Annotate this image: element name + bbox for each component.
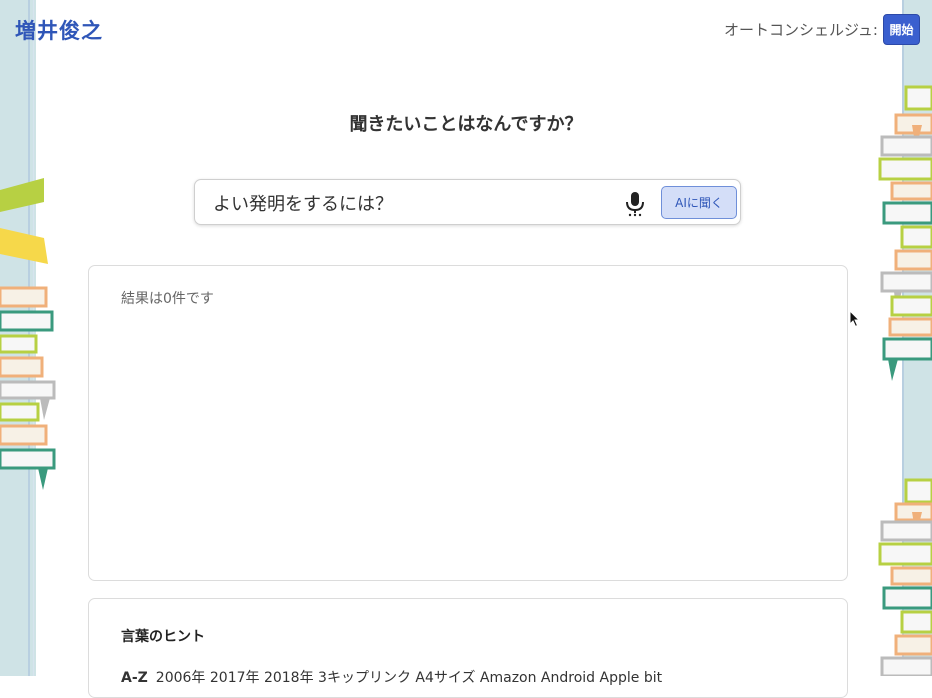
search-bar: AIに聞く	[194, 179, 741, 225]
word-hints-list: A-Z 2006年 2017年 2018年 3キップリンク A4サイズ Amazo…	[121, 667, 662, 687]
results-status: 結果は0件です	[121, 291, 214, 307]
ask-ai-button[interactable]: AIに聞く	[661, 186, 737, 219]
auto-concierge-label: オートコンシェルジュ:	[723, 21, 878, 39]
microphone-icon[interactable]	[623, 191, 647, 217]
mouse-pointer-icon	[849, 310, 861, 328]
site-logo[interactable]: 増井俊之	[15, 15, 103, 45]
results-panel: 結果は0件です	[88, 265, 848, 581]
left-books-illustration	[0, 178, 56, 490]
word-hints-title: 言葉のヒント	[121, 629, 205, 645]
page: 増井俊之 オートコンシェルジュ: 開始 聞きたいことはなんですか？ AIに聞く …	[0, 0, 932, 698]
hint-words[interactable]: 2006年 2017年 2018年 3キップリンク A4サイズ Amazon A…	[156, 670, 662, 686]
concierge-start-button[interactable]: 開始	[883, 14, 920, 45]
word-hints-panel: 言葉のヒント A-Z 2006年 2017年 2018年 3キップリンク A4サイ…	[88, 598, 848, 698]
search-input[interactable]	[211, 190, 605, 216]
right-books-illustration-bottom	[878, 478, 932, 676]
page-title: 聞きたいことはなんですか？	[349, 114, 583, 135]
hint-lead: A-Z	[121, 670, 148, 686]
